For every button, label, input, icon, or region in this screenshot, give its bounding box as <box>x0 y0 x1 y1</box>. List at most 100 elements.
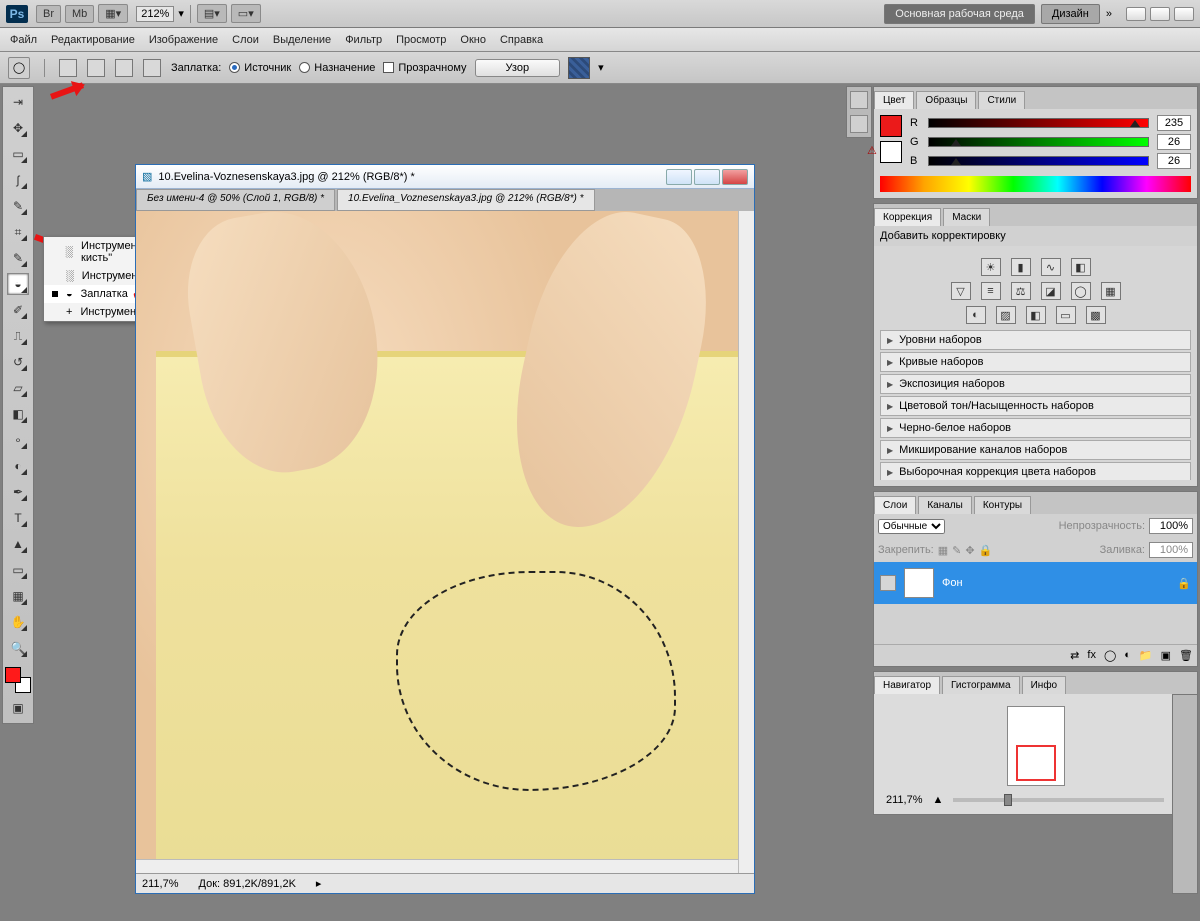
menu-file[interactable]: Файл <box>10 34 37 46</box>
adj-mixer-icon[interactable]: ▦ <box>1101 282 1121 300</box>
tab-layers[interactable]: Слои <box>874 496 916 514</box>
value-r[interactable]: 235 <box>1157 115 1191 131</box>
slider-b[interactable] <box>928 156 1149 166</box>
eyedropper-tool[interactable]: ✎ <box>7 247 29 269</box>
shape-tool[interactable]: ▭ <box>7 559 29 581</box>
tab-navigator[interactable]: Навигатор <box>874 676 940 694</box>
layer-row[interactable]: Фон 🔒 <box>874 562 1197 604</box>
menu-window[interactable]: Окно <box>460 34 486 46</box>
layer-name[interactable]: Фон <box>942 577 963 589</box>
patch-new-selection[interactable] <box>59 59 77 77</box>
pen-tool[interactable]: ✒ <box>7 481 29 503</box>
gradient-tool[interactable]: ◧ <box>7 403 29 425</box>
quickmask-button[interactable]: ▣ <box>7 697 29 719</box>
document-tab-active[interactable]: 10.Evelina_Voznesenskaya3.jpg @ 212% (RG… <box>337 189 594 211</box>
trash-icon[interactable]: 🗑 <box>1179 649 1193 662</box>
adj-balance-icon[interactable]: ⚖ <box>1011 282 1031 300</box>
opacity-field[interactable]: 100% <box>1149 518 1193 534</box>
adj-gradmap-icon[interactable]: ▭ <box>1056 306 1076 324</box>
view-extras-button[interactable]: ▦▾ <box>98 4 128 23</box>
lock-trans-icon[interactable]: ▦ <box>938 544 948 557</box>
adj-brightness-icon[interactable]: ☀ <box>981 258 1001 276</box>
link-layers-icon[interactable]: ⇄ <box>1070 649 1079 662</box>
nav-zoom-value[interactable]: 211,7% <box>886 794 923 806</box>
tab-color[interactable]: Цвет <box>874 91 914 109</box>
horizontal-scrollbar[interactable] <box>136 859 738 873</box>
patch-subtract-selection[interactable] <box>115 59 133 77</box>
collapse-icon[interactable]: ⇥ <box>7 91 29 113</box>
tab-masks[interactable]: Маски <box>943 208 990 226</box>
vertical-scrollbar[interactable] <box>738 211 754 873</box>
fg-color-swatch[interactable] <box>5 667 21 683</box>
dock-icon[interactable] <box>850 115 868 133</box>
dodge-tool[interactable]: ◐ <box>7 455 29 477</box>
lock-all-icon[interactable]: 🔒 <box>979 544 993 557</box>
menu-filter[interactable]: Фильтр <box>345 34 382 46</box>
preset-item[interactable]: Экспозиция наборов <box>880 374 1191 394</box>
navigator-viewport[interactable] <box>1016 745 1056 781</box>
workspace-more-icon[interactable]: » <box>1106 8 1112 20</box>
blur-tool[interactable]: ∘ <box>7 429 29 451</box>
visibility-toggle[interactable] <box>880 575 896 591</box>
menu-layer[interactable]: Слои <box>232 34 259 46</box>
move-tool[interactable]: ✥ <box>7 117 29 139</box>
radio-destination[interactable]: Назначение <box>299 62 375 74</box>
slider-g[interactable] <box>928 137 1149 147</box>
lasso-tool[interactable]: ʃ <box>7 169 29 191</box>
marquee-tool[interactable]: ▭ <box>7 143 29 165</box>
status-zoom[interactable]: 211,7% <box>142 878 179 890</box>
zoom-tool[interactable]: 🔍 <box>7 637 29 659</box>
preset-item[interactable]: Выборочная коррекция цвета наборов <box>880 462 1191 480</box>
tab-info[interactable]: Инфо <box>1022 676 1067 694</box>
bg-swatch[interactable]: ⚠ <box>880 141 902 163</box>
design-workspace-button[interactable]: Дизайн <box>1041 4 1100 24</box>
group-icon[interactable]: 📁 <box>1139 649 1153 662</box>
bridge-button[interactable]: Br <box>36 5 61 23</box>
adj-poster-icon[interactable]: ▨ <box>996 306 1016 324</box>
tab-histogram[interactable]: Гистограмма <box>942 676 1020 694</box>
tab-adjustments[interactable]: Коррекция <box>874 208 941 226</box>
adj-vibrance-icon[interactable]: ▽ <box>951 282 971 300</box>
menu-view[interactable]: Просмотр <box>396 34 446 46</box>
quick-select-tool[interactable]: ✎ <box>7 195 29 217</box>
workspace-button[interactable]: Основная рабочая среда <box>884 4 1035 24</box>
adj-hue-icon[interactable]: ≡ <box>981 282 1001 300</box>
stamp-tool[interactable]: ⎍ <box>7 325 29 347</box>
preset-item[interactable]: Черно-белое наборов <box>880 418 1191 438</box>
navigator-thumbnail[interactable] <box>1007 706 1065 786</box>
doc-minimize-button[interactable] <box>666 169 692 185</box>
fill-field[interactable]: 100% <box>1149 542 1193 558</box>
close-button[interactable] <box>1174 7 1194 21</box>
spectrum-ramp[interactable] <box>880 176 1191 192</box>
use-pattern-button[interactable]: Узор <box>475 59 561 77</box>
maximize-button[interactable] <box>1150 7 1170 21</box>
lock-pixel-icon[interactable]: ✎ <box>952 544 961 557</box>
tab-channels[interactable]: Каналы <box>918 496 972 514</box>
status-docsize[interactable]: Док: 891,2K/891,2K <box>199 878 296 890</box>
color-swatches[interactable] <box>5 667 31 693</box>
3d-tool[interactable]: ▦ <box>7 585 29 607</box>
path-select-tool[interactable]: ▲ <box>7 533 29 555</box>
screenmode-button[interactable]: ▭▾ <box>231 4 261 23</box>
status-dropdown-icon[interactable]: ▸ <box>316 877 322 890</box>
tab-swatches[interactable]: Образцы <box>916 91 976 109</box>
menu-select[interactable]: Выделение <box>273 34 331 46</box>
adj-layer-icon[interactable]: ◐ <box>1124 649 1131 662</box>
adj-invert-icon[interactable]: ◐ <box>966 306 986 324</box>
eraser-tool[interactable]: ▱ <box>7 377 29 399</box>
dock-icon[interactable] <box>850 91 868 109</box>
patch-intersect-selection[interactable] <box>143 59 161 77</box>
doc-maximize-button[interactable] <box>694 169 720 185</box>
history-brush-tool[interactable]: ↺ <box>7 351 29 373</box>
healing-tool[interactable]: ◒ <box>7 273 29 295</box>
document-tab-inactive[interactable]: Без имени-4 @ 50% (Слой 1, RGB/8) * <box>136 189 335 211</box>
menu-image[interactable]: Изображение <box>149 34 218 46</box>
preset-item[interactable]: Кривые наборов <box>880 352 1191 372</box>
layer-thumbnail[interactable] <box>904 568 934 598</box>
menu-help[interactable]: Справка <box>500 34 543 46</box>
value-g[interactable]: 26 <box>1157 134 1191 150</box>
fg-swatch[interactable] <box>880 115 902 137</box>
mask-icon[interactable]: ◯ <box>1104 649 1116 662</box>
slider-r[interactable] <box>928 118 1149 128</box>
check-transparent[interactable]: Прозрачному <box>383 62 466 74</box>
